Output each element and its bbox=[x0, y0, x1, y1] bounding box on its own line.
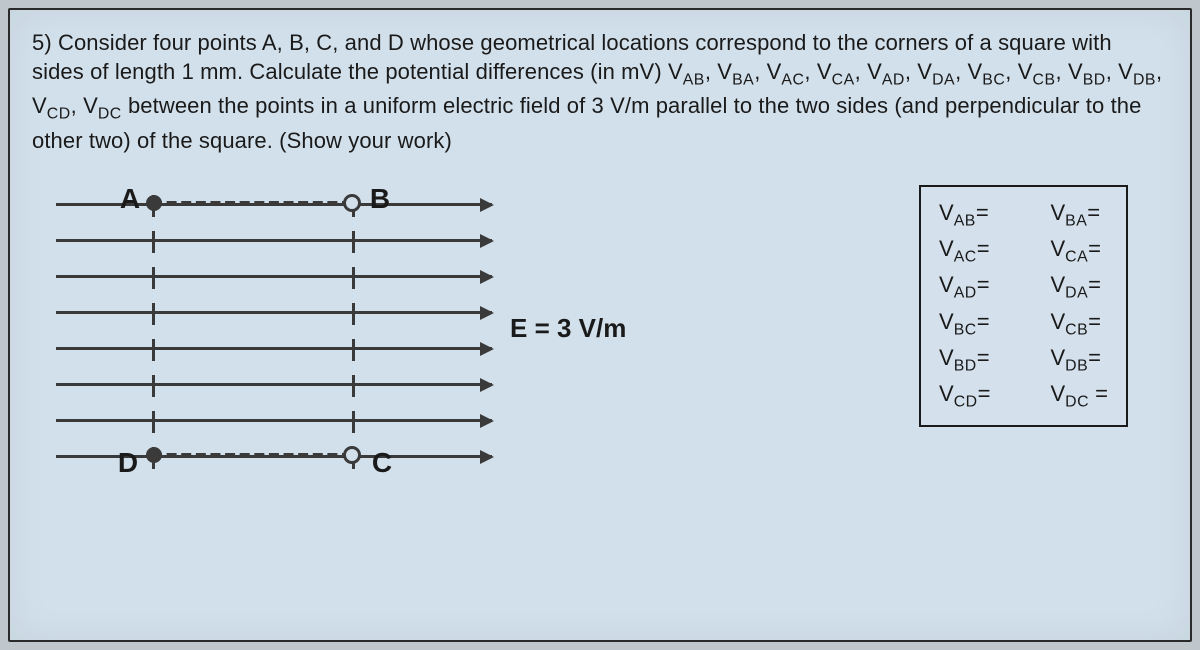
potential-symbol: VAC bbox=[767, 59, 805, 84]
field-diagram: A B C D E = 3 V/m bbox=[32, 185, 592, 485]
question-number: 5) bbox=[32, 30, 52, 55]
corner-a-dot bbox=[146, 195, 162, 211]
potential-symbol: VBD bbox=[1068, 59, 1106, 84]
corner-d-label: D bbox=[118, 447, 138, 479]
content-row: A B C D E = 3 V/m VAB=VAC=VAD=VBC=VBD=VC… bbox=[32, 185, 1168, 485]
potential-symbol: VDB bbox=[1118, 59, 1156, 84]
corner-b-label: B bbox=[370, 183, 390, 215]
answer-row: VCD= bbox=[939, 378, 990, 414]
corner-d-dot bbox=[146, 447, 162, 463]
answer-row: VBC= bbox=[939, 306, 990, 342]
answer-row: VDB= bbox=[1050, 342, 1108, 378]
answer-col-left: VAB=VAC=VAD=VBC=VBD=VCD= bbox=[939, 197, 990, 415]
question-text: 5) Consider four points A, B, C, and D w… bbox=[32, 28, 1168, 155]
answer-row: VAC= bbox=[939, 233, 990, 269]
answer-row: VDA= bbox=[1050, 269, 1108, 305]
answer-box: VAB=VAC=VAD=VBC=VBD=VCD= VBA=VCA=VDA=VCB… bbox=[919, 185, 1128, 427]
answer-row: VCB= bbox=[1050, 306, 1108, 342]
potential-symbol: VCB bbox=[1018, 59, 1056, 84]
e-field-label: E = 3 V/m bbox=[510, 313, 626, 344]
answer-col-right: VBA=VCA=VDA=VCB=VDB=VDC = bbox=[1050, 197, 1108, 415]
corner-c-label: C bbox=[372, 447, 392, 479]
answer-row: VAD= bbox=[939, 269, 990, 305]
question-part2: between the points in a uniform electric… bbox=[32, 93, 1141, 152]
corner-c-dot bbox=[343, 446, 361, 464]
answer-row: VDC = bbox=[1050, 378, 1108, 414]
potential-symbol: VCA bbox=[817, 59, 855, 84]
potential-symbol: VDC bbox=[83, 93, 122, 118]
corner-b-dot bbox=[343, 194, 361, 212]
square-side-bottom bbox=[152, 453, 352, 458]
answer-row: VBA= bbox=[1050, 197, 1108, 233]
potential-symbol: VAB bbox=[668, 59, 705, 84]
potential-symbol: VDA bbox=[917, 59, 955, 84]
problem-sheet: 5) Consider four points A, B, C, and D w… bbox=[8, 8, 1192, 642]
answer-row: VCA= bbox=[1050, 233, 1108, 269]
square-side-top bbox=[152, 201, 352, 206]
potential-symbol: VAD bbox=[867, 59, 905, 84]
corner-a-label: A bbox=[120, 183, 140, 215]
potential-symbol: VBC bbox=[968, 59, 1006, 84]
answer-row: VAB= bbox=[939, 197, 990, 233]
potential-symbol: VBA bbox=[717, 59, 754, 84]
answer-row: VBD= bbox=[939, 342, 990, 378]
potential-symbol: VCD bbox=[32, 93, 71, 118]
